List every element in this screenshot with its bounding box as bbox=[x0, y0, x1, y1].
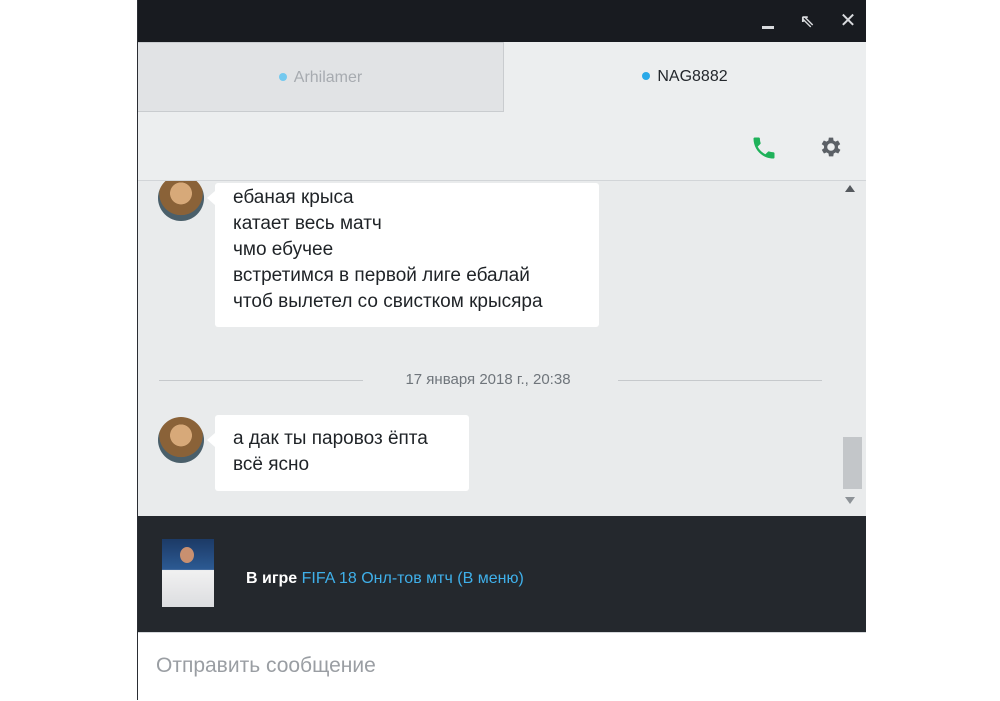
scrollbar-thumb[interactable] bbox=[843, 437, 862, 489]
message-list[interactable]: ебаная крыса катает весь матч чмо ебучее… bbox=[138, 181, 866, 516]
chat-window: ⇖ ✕ Arhilamer NAG8882 ебаная крыса катае… bbox=[137, 0, 874, 701]
message-line: чтоб вылетел со свистком крысяра bbox=[233, 291, 543, 312]
user-avatar[interactable] bbox=[158, 181, 204, 221]
message-line: всё ясно bbox=[233, 454, 310, 475]
restore-arrow-icon[interactable]: ⇖ bbox=[794, 8, 820, 34]
message-line: катает весь матч bbox=[233, 213, 382, 234]
game-status-label: В игре bbox=[246, 570, 298, 587]
tab-arhilamer[interactable]: Arhilamer bbox=[138, 42, 504, 112]
message-scrollbar[interactable] bbox=[840, 181, 864, 516]
game-status-bar: В игре FIFA 18 Онл-тов мтч (В меню) bbox=[138, 516, 866, 632]
game-title-link[interactable]: FIFA 18 Онл-тов мтч (В меню) bbox=[302, 570, 524, 587]
message-bubble: а дак ты паровоз ёпта всё ясно bbox=[207, 415, 469, 491]
separator-line bbox=[159, 380, 363, 381]
message-input[interactable] bbox=[138, 633, 874, 699]
tab-label: Arhilamer bbox=[293, 69, 363, 86]
scroll-down-icon[interactable] bbox=[845, 497, 855, 504]
tab-nag8882[interactable]: NAG8882 bbox=[504, 42, 866, 112]
gear-icon[interactable] bbox=[818, 134, 844, 160]
message-line: ебаная крыса bbox=[233, 187, 354, 208]
game-cover-image bbox=[162, 539, 214, 607]
tab-label: NAG8882 bbox=[657, 68, 728, 85]
separator-line bbox=[618, 380, 822, 381]
title-bar: ⇖ ✕ bbox=[138, 0, 866, 42]
scroll-up-icon[interactable] bbox=[845, 185, 855, 192]
message-line: чмо ебучее bbox=[233, 239, 334, 260]
message-line: встретимся в первой лиге ебалай bbox=[233, 265, 530, 286]
message-bubble: ебаная крыса катает весь матч чмо ебучее… bbox=[207, 183, 599, 327]
message-line: а дак ты паровоз ёпта bbox=[233, 428, 428, 449]
minimize-icon[interactable] bbox=[755, 8, 781, 34]
game-status-text: В игре FIFA 18 Онл-тов мтч (В меню) bbox=[246, 570, 524, 588]
chat-action-bar bbox=[138, 112, 866, 181]
conversation-tabs: Arhilamer NAG8882 bbox=[138, 42, 866, 112]
message-input-bar bbox=[138, 632, 874, 701]
status-dot-icon bbox=[278, 72, 287, 81]
close-icon[interactable]: ✕ bbox=[835, 8, 861, 34]
date-separator: 17 января 2018 г., 20:38 bbox=[405, 371, 571, 388]
phone-icon[interactable] bbox=[750, 134, 778, 162]
status-dot-icon bbox=[642, 71, 651, 80]
user-avatar[interactable] bbox=[158, 417, 204, 463]
